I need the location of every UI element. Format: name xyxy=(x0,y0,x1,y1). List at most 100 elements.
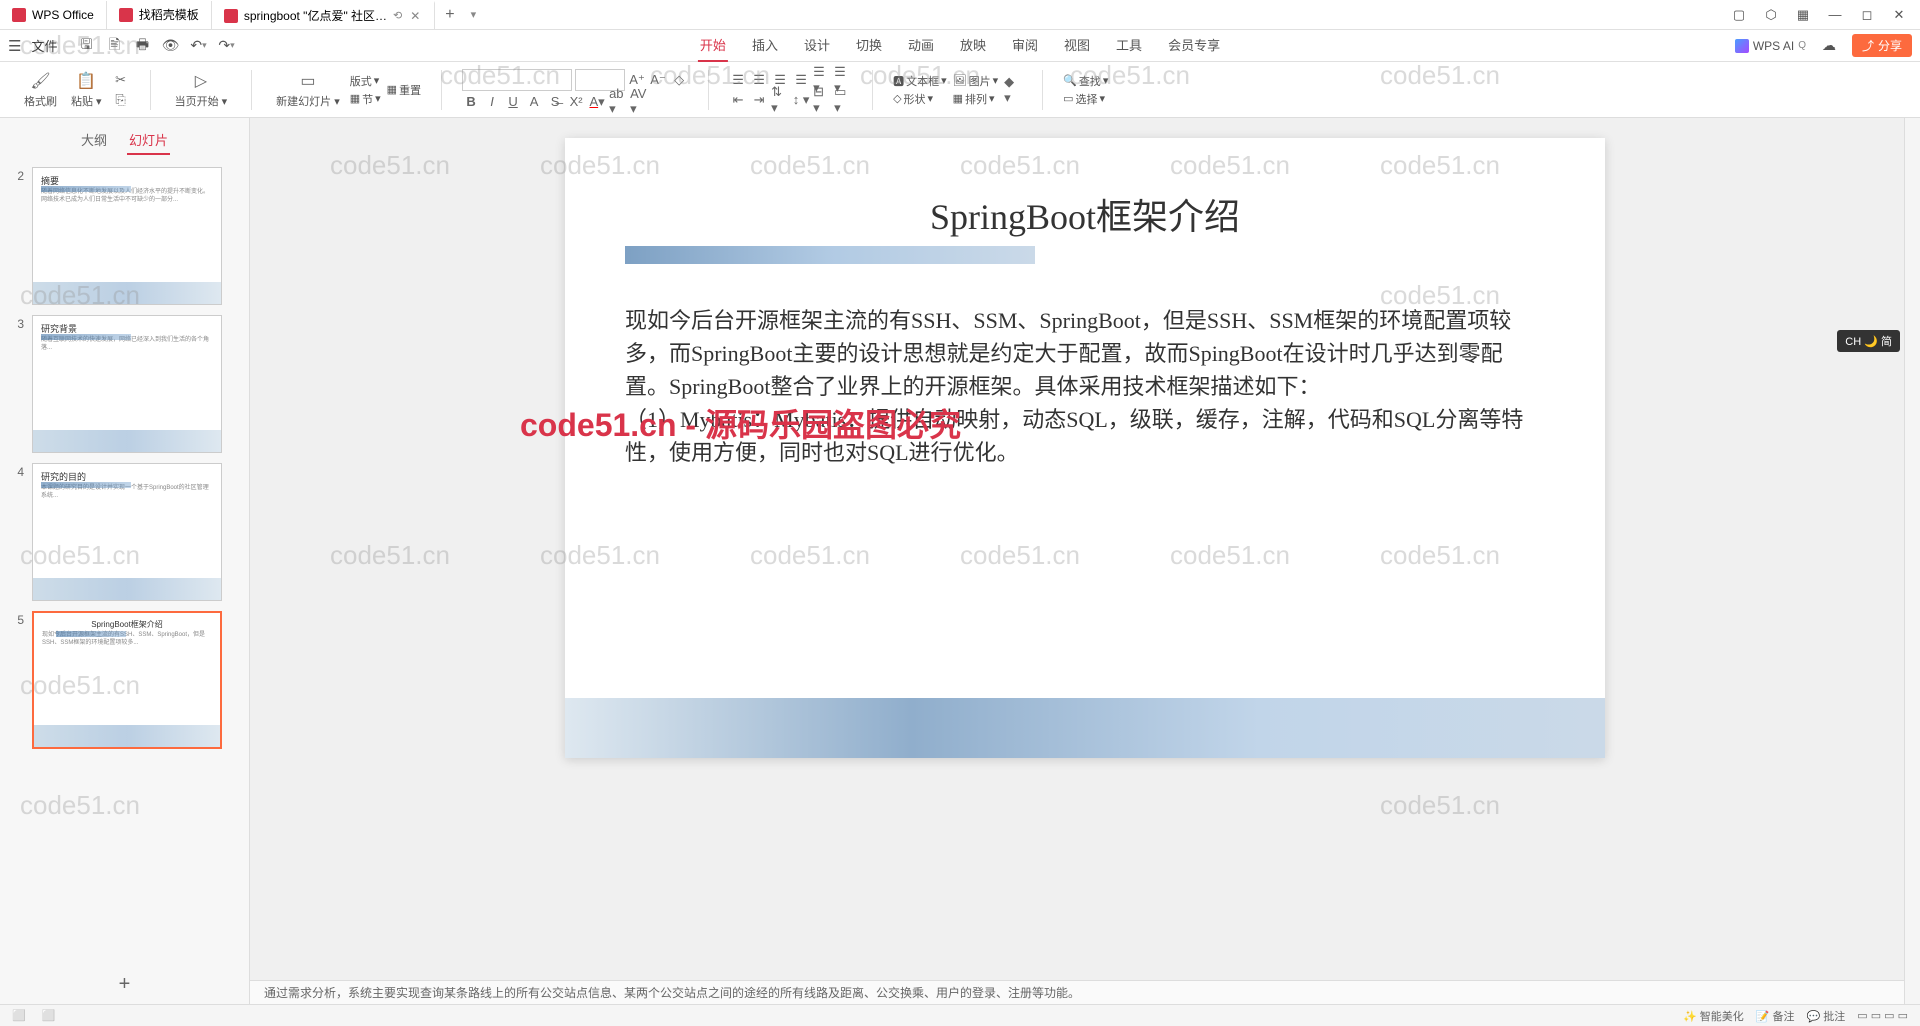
tab-dropdown-icon[interactable]: ▾ xyxy=(471,8,477,21)
paste-button[interactable]: 📋 粘贴 ▾ xyxy=(67,69,106,111)
layout-button[interactable]: 版式 ▾ xyxy=(350,73,381,89)
cloud-icon[interactable]: ☁ xyxy=(1820,37,1838,55)
menu-tab-review[interactable]: 审阅 xyxy=(1010,29,1040,62)
underline-icon[interactable]: U xyxy=(504,93,522,111)
tab-template[interactable]: 找稻壳模板 xyxy=(107,1,212,29)
thumbnail-item[interactable]: 5 SpringBoot框架介绍 现如今后台开源框架主流的有SSH、SSM、Sp… xyxy=(10,611,239,749)
thumb-number: 3 xyxy=(10,315,24,453)
quick-style-icon[interactable]: ◆ ▾ xyxy=(1004,81,1022,99)
text-box-button[interactable]: 🅰 文本框 ▾ xyxy=(893,73,947,89)
export-icon[interactable]: 🖹 xyxy=(105,37,123,55)
share-icon: ⤴ xyxy=(1862,37,1874,54)
save-icon[interactable]: 🖫 xyxy=(77,37,95,55)
menu-tab-animation[interactable]: 动画 xyxy=(906,29,936,62)
minimize-icon[interactable]: — xyxy=(1826,6,1844,24)
menu-tab-transition[interactable]: 切换 xyxy=(854,29,884,62)
thumbnail[interactable]: 研究的目的 本课题的研究目的是设计并实现一个基于SpringBoot的社区管理系… xyxy=(32,463,222,601)
text-direction-icon[interactable]: ↕ ▾ xyxy=(792,91,810,109)
status-comments[interactable]: 💬 批注 xyxy=(1806,1008,1845,1024)
menu-tab-view[interactable]: 视图 xyxy=(1062,29,1092,62)
bold-icon[interactable]: B xyxy=(462,93,480,111)
menu-tab-design[interactable]: 设计 xyxy=(802,29,832,62)
select-button[interactable]: ▭ 选择 ▾ xyxy=(1063,91,1108,107)
align-left-icon[interactable]: ☰ xyxy=(729,71,747,89)
sidebar-tab-outline[interactable]: 大纲 xyxy=(79,126,109,155)
section-button[interactable]: ▦ 节 ▾ xyxy=(350,91,381,107)
decrease-font-icon[interactable]: A⁻ xyxy=(649,71,667,89)
thumbnail[interactable]: SpringBoot框架介绍 现如今后台开源框架主流的有SSH、SSM、Spri… xyxy=(32,611,222,749)
align-text-icon[interactable]: ⊟ ▾ xyxy=(813,91,831,109)
file-menu[interactable]: 文件 xyxy=(31,36,57,55)
share-label: 分享 xyxy=(1878,37,1902,54)
tab-document[interactable]: springboot "亿点爱" 社区… ⟲ ✕ xyxy=(212,1,435,29)
menu-tabs: 开始 插入 设计 切换 动画 放映 审阅 视图 工具 会员专享 xyxy=(698,29,1222,62)
decrease-indent-icon[interactable]: ⇤ xyxy=(729,91,747,109)
image-button[interactable]: 🖼 图片 ▾ xyxy=(953,73,999,89)
wps-icon xyxy=(12,8,26,22)
thumbnail-item[interactable]: 4 研究的目的 本课题的研究目的是设计并实现一个基于SpringBoot的社区管… xyxy=(10,463,239,601)
paste-label: 粘贴 ▾ xyxy=(71,93,102,109)
from-current-button[interactable]: ▷ 当页开始 ▾ xyxy=(171,69,232,111)
align-justify-icon[interactable]: ☰ xyxy=(792,71,810,89)
highlight-icon[interactable]: ab ▾ xyxy=(609,93,627,111)
status-smart-beautify[interactable]: ✨ 智能美化 xyxy=(1683,1008,1744,1024)
cut-icon[interactable]: ✂ xyxy=(112,71,130,89)
paste-icon: 📋 xyxy=(76,71,96,91)
notes-bar[interactable]: 通过需求分析，系统主要实现查询某条路线上的所有公交站点信息、某两个公交站点之间的… xyxy=(250,980,1920,1004)
ime-badge: CH 🌙 简 xyxy=(1837,330,1900,352)
increase-indent-icon[interactable]: ⇥ xyxy=(750,91,768,109)
slide-canvas[interactable]: SpringBoot框架介绍 现如今后台开源框架主流的有SSH、SSM、Spri… xyxy=(250,118,1920,980)
font-family-select[interactable] xyxy=(462,69,572,91)
menu-tab-member[interactable]: 会员专享 xyxy=(1166,29,1222,62)
window-icon-3[interactable]: ▦ xyxy=(1794,6,1812,24)
right-panel[interactable] xyxy=(1904,118,1920,1004)
wps-ai-button[interactable]: WPS AI Q xyxy=(1735,39,1806,53)
maximize-icon[interactable]: ◻ xyxy=(1858,6,1876,24)
superscript-icon[interactable]: X² xyxy=(567,93,585,111)
arrange-button[interactable]: ▦ 排列 ▾ xyxy=(953,91,999,107)
thumbnail[interactable]: 研究背景 随着互联网技术的快速发展，网络已经深入到我们生活的各个角落... xyxy=(32,315,222,453)
print-preview-icon[interactable]: 👁 xyxy=(161,37,179,55)
align-center-icon[interactable]: ☰ xyxy=(750,71,768,89)
thumbnails[interactable]: 2 摘要 随着网络信息化不断地发展以及人们经济水平的提升不断变化。网络技术已成为… xyxy=(0,163,249,965)
thumbnail-item[interactable]: 2 摘要 随着网络信息化不断地发展以及人们经济水平的提升不断变化。网络技术已成为… xyxy=(10,167,239,305)
thumbnail-item[interactable]: 3 研究背景 随着互联网技术的快速发展，网络已经深入到我们生活的各个角落... xyxy=(10,315,239,453)
tab-wps-office[interactable]: WPS Office xyxy=(0,1,107,29)
menu-tab-start[interactable]: 开始 xyxy=(698,29,728,62)
sidebar-tab-slides[interactable]: 幻灯片 xyxy=(127,126,170,155)
window-icon-2[interactable]: ⬡ xyxy=(1762,6,1780,24)
shadow-icon[interactable]: A xyxy=(525,93,543,111)
menu-tab-slideshow[interactable]: 放映 xyxy=(958,29,988,62)
copy-icon[interactable]: ⎘ xyxy=(112,91,130,109)
columns-icon[interactable]: ▭ ▾ xyxy=(834,91,852,109)
char-spacing-icon[interactable]: AV ▾ xyxy=(630,93,648,111)
shape-button[interactable]: ◇ 形状 ▾ xyxy=(893,91,947,107)
print-icon[interactable]: 🖶 xyxy=(133,37,151,55)
line-spacing-icon[interactable]: ⇅ ▾ xyxy=(771,91,789,109)
add-slide-button[interactable]: + xyxy=(0,965,249,1004)
window-icon-1[interactable]: ▢ xyxy=(1730,6,1748,24)
close-icon[interactable]: ✕ xyxy=(408,9,422,23)
thumbnail[interactable]: 摘要 随着网络信息化不断地发展以及人们经济水平的提升不断变化。网络技术已成为人们… xyxy=(32,167,222,305)
close-window-icon[interactable]: ✕ xyxy=(1890,6,1908,24)
strikethrough-icon[interactable]: S̶ xyxy=(546,93,564,111)
menu-tab-tools[interactable]: 工具 xyxy=(1114,29,1144,62)
format-painter-button[interactable]: 🖌 格式刷 xyxy=(20,69,61,111)
new-slide-button[interactable]: ▭ 新建幻灯片 ▾ xyxy=(272,69,344,111)
italic-icon[interactable]: I xyxy=(483,93,501,111)
find-button[interactable]: 🔍 查找 ▾ xyxy=(1063,73,1108,89)
font-color-icon[interactable]: A ▾ xyxy=(588,93,606,111)
status-view-icons[interactable]: ▭ ▭ ▭ ▭ xyxy=(1857,1009,1908,1022)
menu-tab-insert[interactable]: 插入 xyxy=(750,29,780,62)
thumb-number: 5 xyxy=(10,611,24,749)
tab-refresh-icon[interactable]: ⟲ xyxy=(393,9,402,22)
status-notes[interactable]: 📝 备注 xyxy=(1756,1008,1795,1024)
redo-icon[interactable]: ↷▾ xyxy=(217,37,235,55)
hamburger-icon[interactable]: ☰ xyxy=(8,37,21,55)
undo-icon[interactable]: ↶▾ xyxy=(189,37,207,55)
reset-button[interactable]: ▦ 重置 xyxy=(387,82,421,98)
share-button[interactable]: ⤴ 分享 xyxy=(1852,34,1912,57)
slide[interactable]: SpringBoot框架介绍 现如今后台开源框架主流的有SSH、SSM、Spri… xyxy=(565,138,1605,758)
add-tab-button[interactable]: + xyxy=(435,6,464,24)
clear-format-icon[interactable]: ◇ xyxy=(670,71,688,89)
